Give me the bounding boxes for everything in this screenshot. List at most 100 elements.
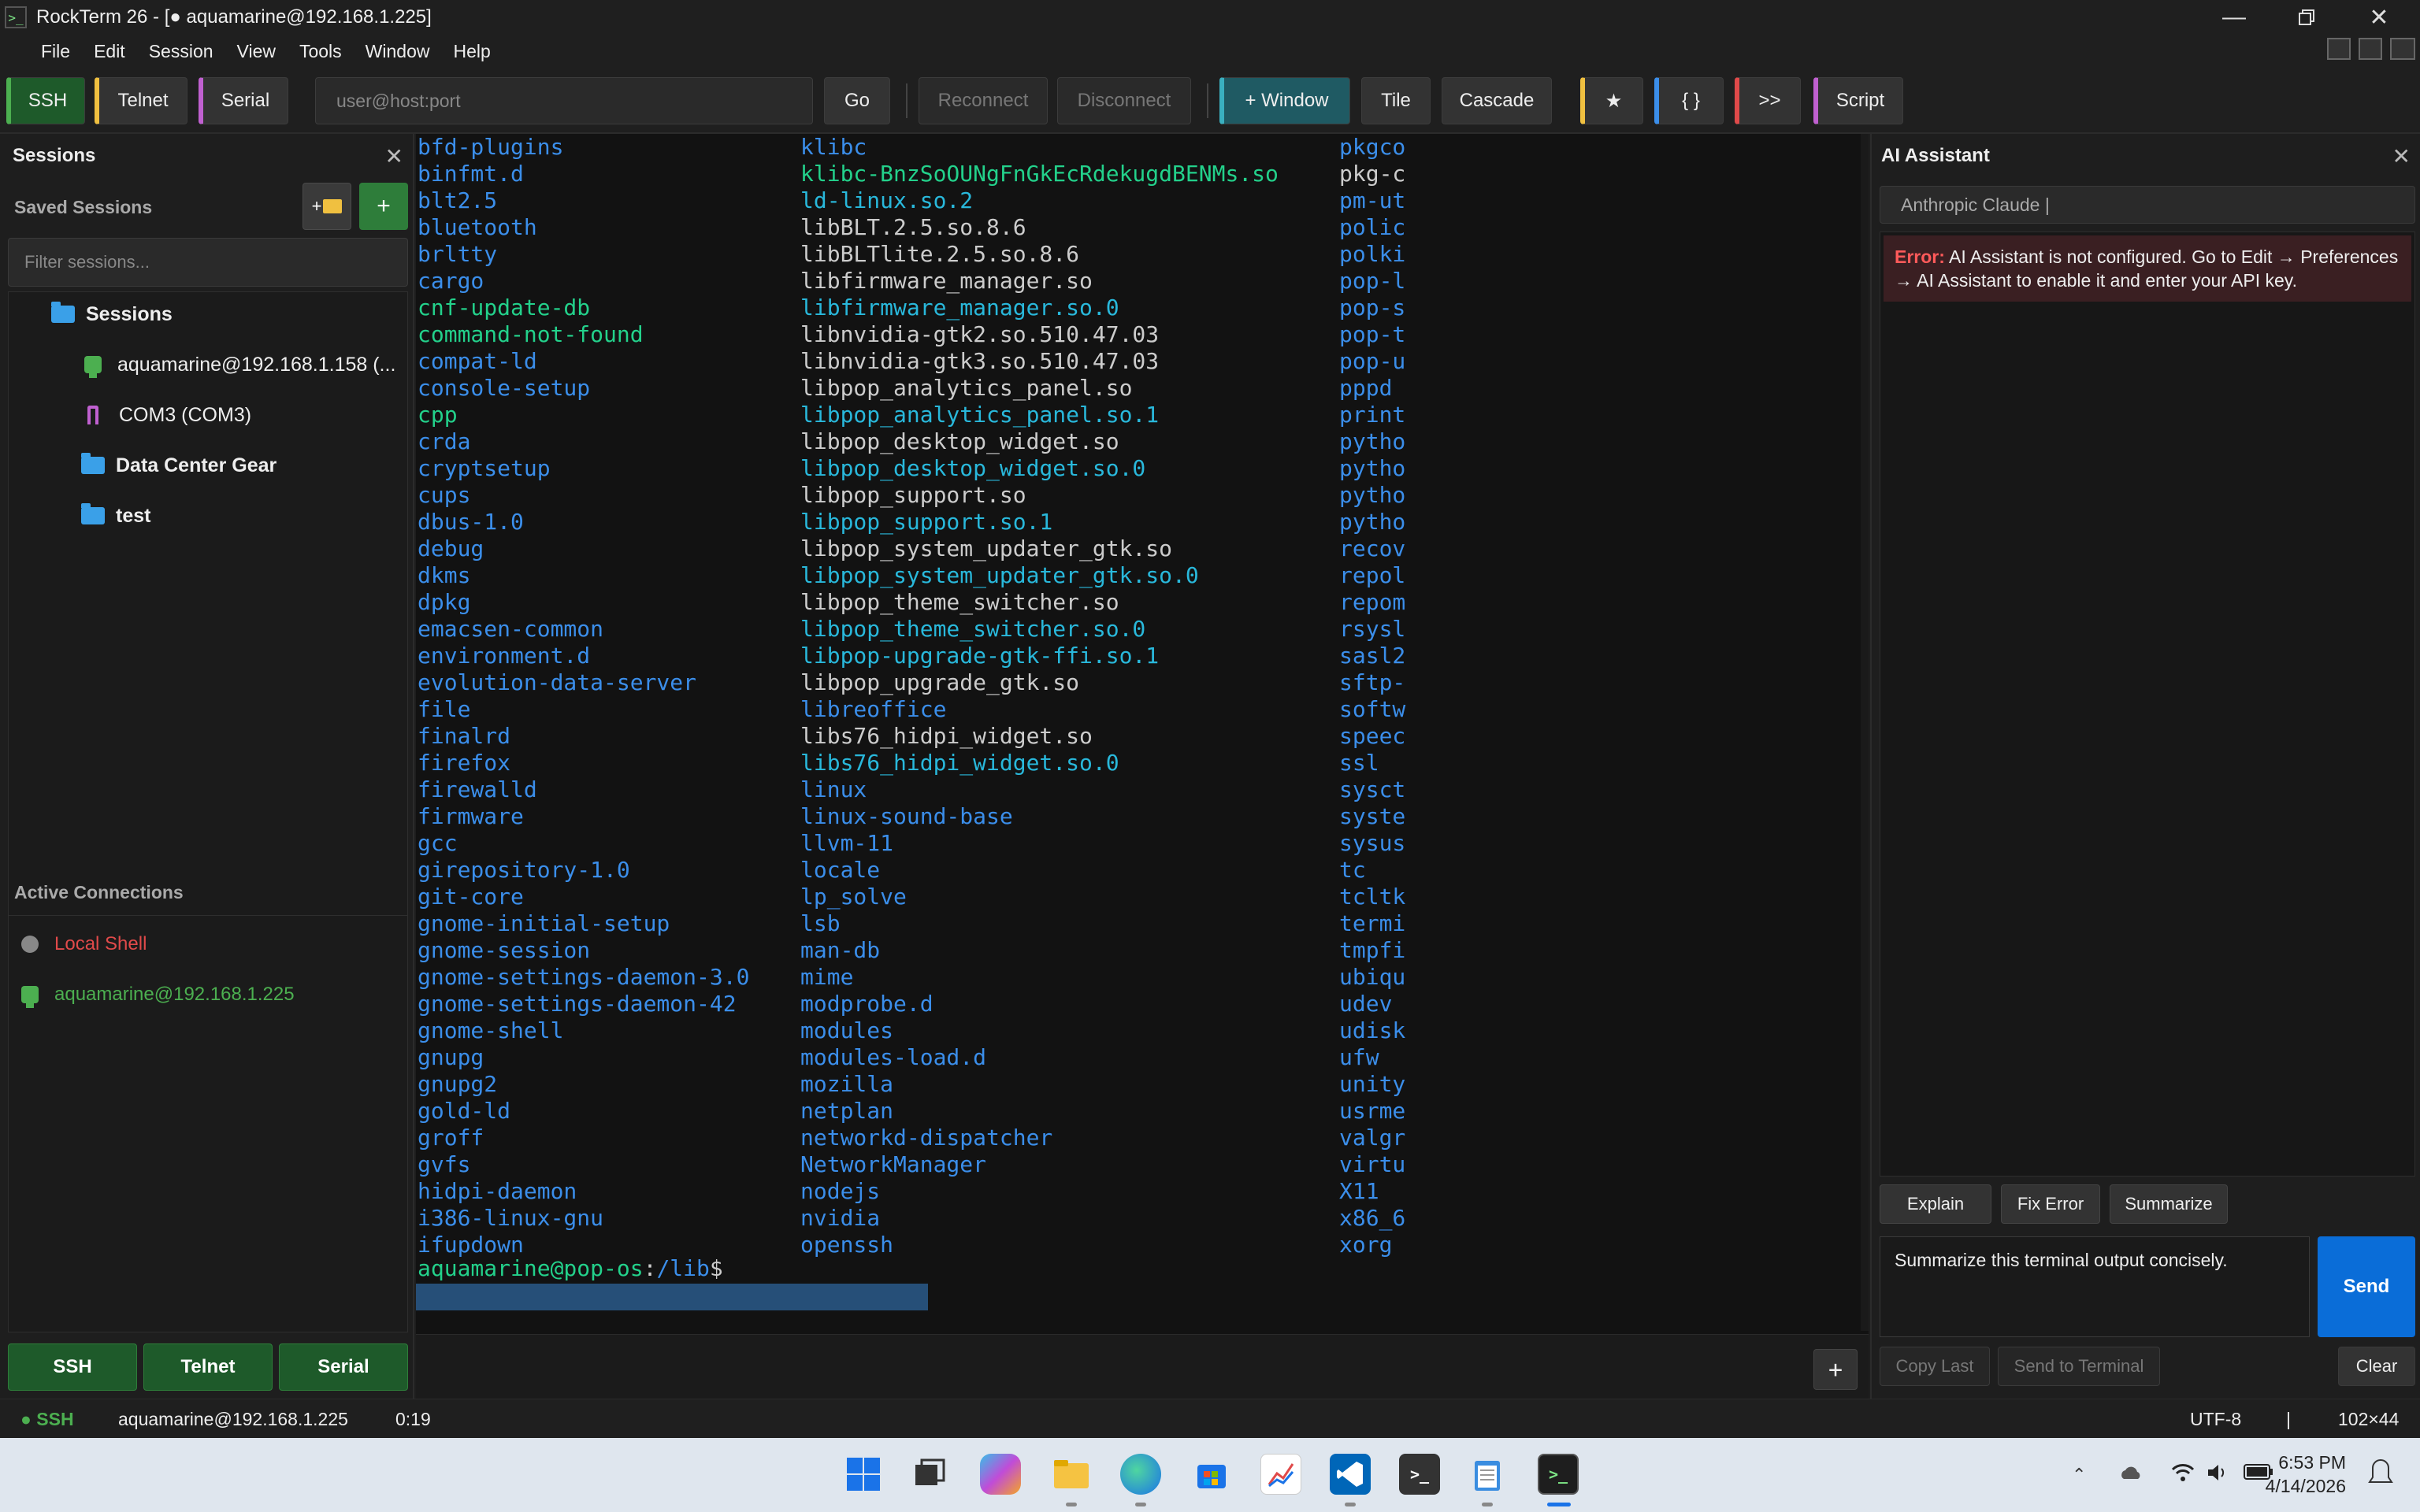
terminal-entry: xorg [1339,1232,1393,1258]
menu-view[interactable]: View [237,41,276,62]
quick-telnet-button[interactable]: Telnet [143,1343,273,1391]
send-all-button[interactable]: >> [1735,77,1801,124]
tray-overflow-icon[interactable]: ⌃ [2072,1465,2086,1485]
mdi-restore-icon[interactable] [2359,38,2382,60]
toolbar-separator [1207,83,1208,118]
tree-root-sessions[interactable]: Sessions [51,298,173,330]
terminal-entry: debug [418,536,484,561]
send-to-terminal-button[interactable]: Send to Terminal [1998,1347,2160,1386]
send-button[interactable]: Send [2318,1236,2415,1337]
terminal-app-icon[interactable]: >_ [1399,1454,1440,1495]
terminal-entry: command-not-found [418,321,644,347]
terminal-entry: udev [1339,991,1393,1017]
ai-provider-select[interactable]: Anthropic Claude | [1880,186,2415,224]
terminal-entry: crda [418,428,471,454]
status-host: aquamarine@192.168.1.225 [118,1409,348,1429]
onedrive-icon[interactable] [2119,1462,2144,1485]
menu-help[interactable]: Help [453,41,490,62]
terminal-entry: gnome-settings-daemon-3.0 [418,964,750,990]
terminal-entry: gold-ld [418,1098,511,1124]
terminal-entry: sftp- [1339,669,1406,695]
close-window-icon[interactable]: ✕ [2343,0,2415,35]
fix-error-button[interactable]: Fix Error [2001,1184,2100,1224]
host-input[interactable]: user@host:port [315,77,813,124]
terminal-entry: bluetooth [418,214,537,240]
tree-folder-test[interactable]: test [81,500,150,532]
terminal-entry: locale [800,857,881,883]
terminal-entry: libs76_hidpi_widget.so.0 [800,750,1119,776]
terminal-entry: pop-u [1339,348,1406,374]
clock[interactable]: 6:53 PM 4/14/2026 [2266,1451,2346,1498]
menu-window[interactable]: Window [366,41,430,62]
menu-session[interactable]: Session [149,41,213,62]
clear-button[interactable]: Clear [2338,1347,2415,1386]
active-indicator [1547,1503,1571,1506]
reconnect-button[interactable]: Reconnect [919,77,1048,124]
terminal-entry: bfd-plugins [418,134,564,160]
terminal-entry: libfirmware_manager.so.0 [800,295,1119,321]
new-window-button[interactable]: + Window [1219,77,1350,124]
script-button[interactable]: Script [1813,77,1903,124]
file-explorer-icon[interactable] [1051,1454,1092,1495]
folder-icon [51,302,75,323]
cascade-button[interactable]: Cascade [1442,77,1552,124]
restore-icon[interactable] [2270,0,2343,35]
terminal-entry: gnome-session [418,937,591,963]
explain-button[interactable]: Explain [1880,1184,1991,1224]
go-button[interactable]: Go [824,77,890,124]
terminal-entry: cnf-update-db [418,295,591,321]
task-view-icon[interactable] [909,1454,950,1495]
snippets-button[interactable]: { } [1654,77,1724,124]
m365-icon[interactable] [980,1454,1021,1495]
terminal-entry: pop-t [1339,321,1406,347]
disconnect-button[interactable]: Disconnect [1057,77,1191,124]
wifi-icon[interactable] [2171,1462,2195,1488]
close-sidebar-icon[interactable]: ✕ [385,143,403,169]
edge-browser-icon[interactable] [1120,1454,1161,1495]
terminal-entry: modules [800,1017,894,1043]
add-session-button[interactable]: + [359,183,408,230]
charts-app-icon[interactable] [1260,1454,1301,1495]
quick-serial-button[interactable]: Serial [279,1343,408,1391]
terminal-entry: libpop_upgrade_gtk.so [800,669,1080,695]
rockterm-taskbar-icon[interactable]: >_ [1538,1454,1579,1495]
close-ai-panel-icon[interactable]: ✕ [2392,143,2411,169]
favorites-button[interactable]: ★ [1580,77,1643,124]
serial-button[interactable]: Serial [199,77,288,124]
connection-local-shell[interactable]: Local Shell [21,928,147,960]
menu-file[interactable]: File [41,41,70,62]
tree-item-ssh-session[interactable]: aquamarine@192.168.1.158 (... [84,349,395,380]
add-tab-button[interactable]: + [1813,1349,1858,1390]
mdi-minimize-icon[interactable] [2327,38,2351,60]
quick-ssh-button[interactable]: SSH [8,1343,137,1391]
terminal-entry: gnupg [418,1044,484,1070]
filter-sessions-input[interactable]: Filter sessions... [8,238,408,287]
tile-button[interactable]: Tile [1361,77,1431,124]
vscode-icon[interactable] [1330,1454,1371,1495]
status-terminal-size: 102×44 [2338,1409,2400,1429]
menu-tools[interactable]: Tools [299,41,342,62]
telnet-button[interactable]: Telnet [95,77,187,124]
copy-last-button[interactable]: Copy Last [1880,1347,1990,1386]
terminal-pane[interactable]: bfd-plugins binfmt.d blt2.5 bluetooth brltty… [416,134,1869,1399]
store-icon[interactable] [1191,1454,1232,1495]
terminal-entry: rsysl [1339,616,1406,642]
new-folder-button[interactable]: + [302,183,351,230]
tree-item-com3[interactable]: COM3 (COM3) [84,399,251,431]
tree-folder-data-center-gear[interactable]: Data Center Gear [81,450,277,481]
volume-icon[interactable] [2206,1462,2229,1488]
mdi-close-icon[interactable] [2390,38,2415,60]
notifications-icon[interactable] [2365,1455,2401,1492]
terminal-entry: emacsen-common [418,616,604,642]
summarize-button[interactable]: Summarize [2110,1184,2228,1224]
menu-edit[interactable]: Edit [94,41,125,62]
ai-prompt-input[interactable]: Summarize this terminal output concisely… [1880,1236,2310,1337]
notepad-icon[interactable] [1467,1454,1508,1495]
ssh-button[interactable]: SSH [6,77,85,124]
terminal-scrollbar[interactable] [1861,134,1869,1331]
connection-aquamarine[interactable]: aquamarine@192.168.1.225 [21,979,295,1010]
start-icon[interactable] [843,1454,884,1495]
minimize-icon[interactable]: — [2198,0,2270,35]
terminal-entry: gnome-initial-setup [418,910,670,936]
terminal-entry: pkgco [1339,134,1406,160]
